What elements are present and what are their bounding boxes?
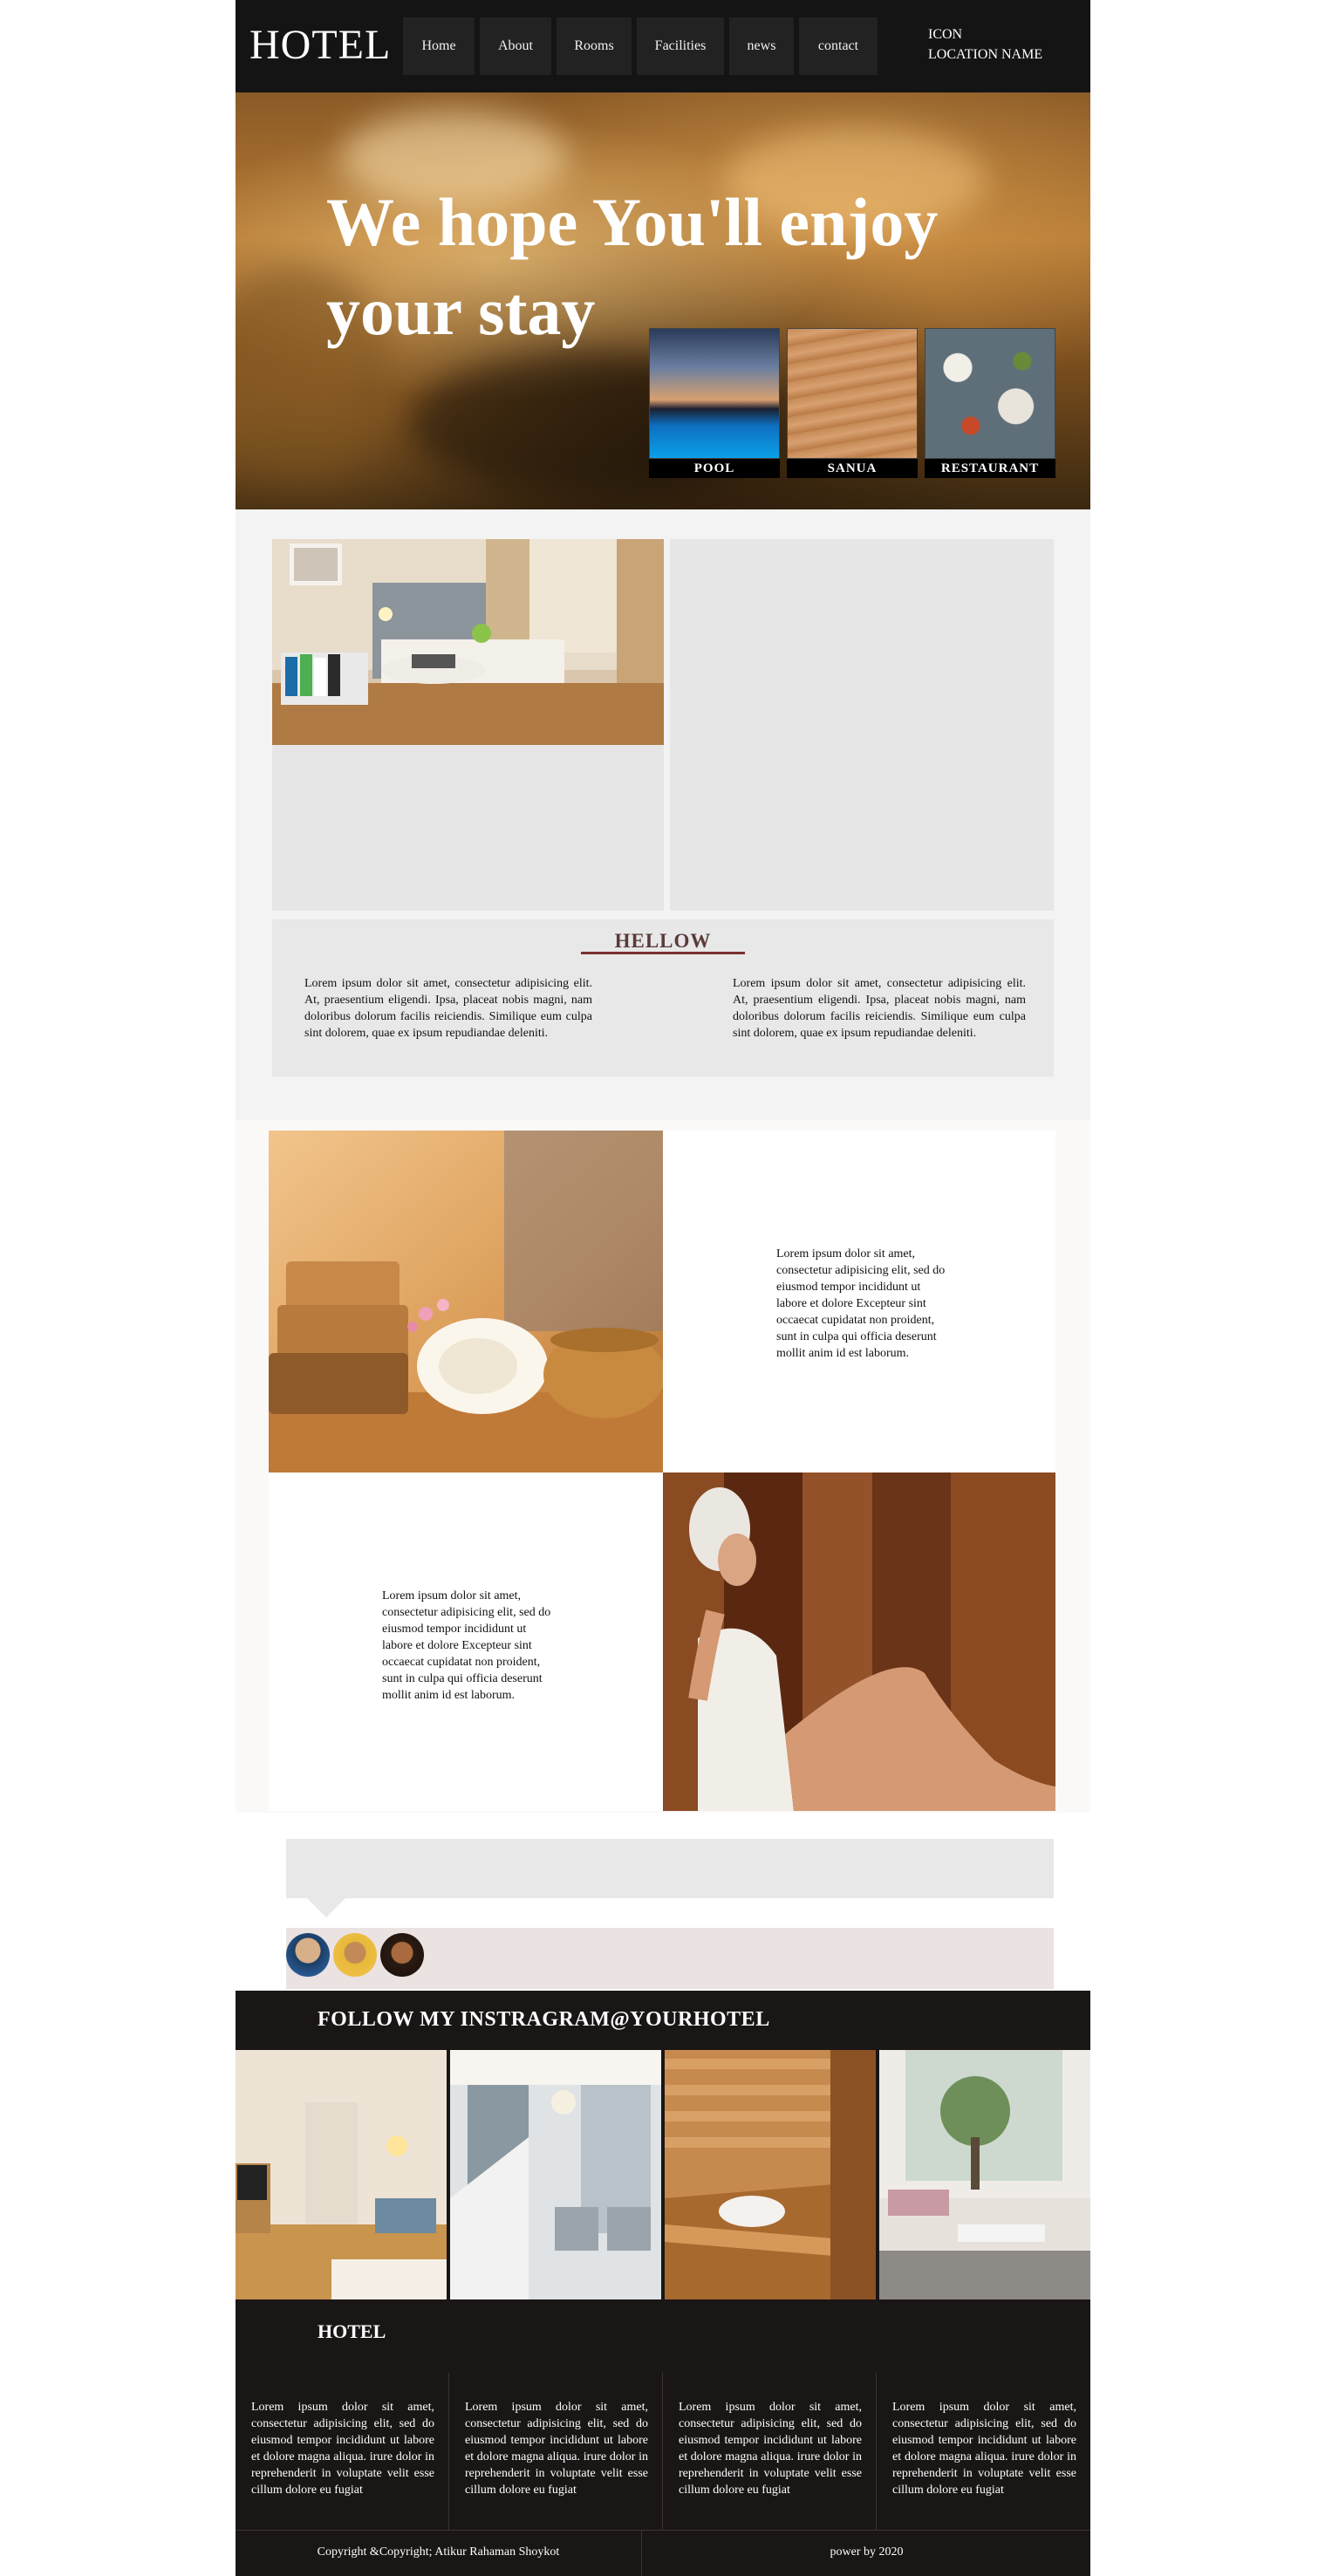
site-footer: HOTEL Lorem ipsum dolor sit amet, consec… [236,2301,1090,2530]
avatar[interactable] [333,1933,377,1977]
nav-contact[interactable]: contact [799,17,878,75]
footer-column: Lorem ipsum dolor sit amet, consectetur … [663,2373,877,2530]
footer-title: HOTEL [318,2320,386,2342]
gallery-image-lounge[interactable] [879,2050,1090,2299]
feature-caption: RESTAURANT [925,459,1055,478]
spa-towel-image [269,1131,663,1472]
feature-pool[interactable]: POOL [649,328,780,478]
testimonial-tail [307,1898,345,1917]
about-section: HELLOW Lorem ipsum dolor sit amet, conse… [236,509,1090,1120]
instagram-banner: FOLLOW MY INSTRAGRAM@YOURHOTEL [236,1991,1090,2050]
copyright-bar: Copyright &Copyright; Atikur Rahaman Sho… [236,2530,1090,2576]
site-header: HOTEL Home About Rooms Facilities news c… [236,0,1090,92]
icon-label: ICON [928,27,963,42]
gallery-image-sauna[interactable] [665,2050,876,2299]
nav-news[interactable]: news [729,17,794,75]
instagram-gallery [236,2050,1090,2301]
avatar-bar [286,1928,1054,1989]
location-name: LOCATION NAME [928,47,1043,62]
gallery-image-lobby[interactable] [450,2050,661,2299]
avatar[interactable] [286,1933,330,1977]
pool-image [649,328,780,459]
nav-about[interactable]: About [480,17,551,75]
avatar[interactable] [380,1933,424,1977]
footer-columns: Lorem ipsum dolor sit amet, consectetur … [236,2373,1090,2530]
powered-by-text: power by 2020 [830,2545,904,2559]
spa-text-panel-2: Lorem ipsum dolor sit amet, consectetur … [269,1472,663,1811]
testimonial-bubble [286,1839,1054,1898]
feature-sauna[interactable]: SANUA [787,328,918,478]
spa-text-2: Lorem ipsum dolor sit amet, consectetur … [382,1589,551,1702]
heading-underline [581,952,745,954]
footer-column: Lorem ipsum dolor sit amet, consectetur … [236,2373,449,2530]
about-paragraph-left: Lorem ipsum dolor sit amet, consectetur … [304,977,592,1040]
instagram-title[interactable]: FOLLOW MY INSTRAGRAM@YOURHOTEL [318,2008,770,2032]
spa-text-1: Lorem ipsum dolor sit amet, consectetur … [776,1247,946,1360]
feature-restaurant[interactable]: RESTAURANT [925,328,1055,478]
about-paragraph-right: Lorem ipsum dolor sit amet, consectetur … [733,977,1026,1040]
nav-home[interactable]: Home [403,17,475,75]
hellow-box: HELLOW Lorem ipsum dolor sit amet, conse… [272,919,1054,1076]
footer-column: Lorem ipsum dolor sit amet, consectetur … [892,2401,1076,2497]
nav-rooms[interactable]: Rooms [557,17,632,75]
main-nav: Home About Rooms Facilities news contact [403,17,878,75]
room-panel [272,539,664,911]
copyright-text: Copyright &Copyright; Atikur Rahaman Sho… [236,2531,642,2576]
sauna-image [787,328,918,459]
spa-section: Lorem ipsum dolor sit amet, consectetur … [236,1120,1090,1813]
spa-text-panel-1: Lorem ipsum dolor sit amet, consectetur … [663,1131,1055,1472]
room-image [272,539,664,745]
location-block: ICON LOCATION NAME [928,24,1042,65]
feature-caption: SANUA [787,459,918,478]
spa-woman-image [663,1472,1055,1811]
site-logo[interactable]: HOTEL [249,21,391,69]
info-panel [670,539,1054,911]
section-heading: HELLOW [614,930,712,952]
nav-facilities[interactable]: Facilities [637,17,724,75]
restaurant-image [925,328,1055,459]
feature-caption: POOL [649,459,780,478]
footer-column: Lorem ipsum dolor sit amet, consectetur … [449,2373,663,2530]
hero-banner: We hope You'll enjoy your stay POOL SANU… [236,92,1090,509]
gallery-image-room[interactable] [236,2050,447,2299]
